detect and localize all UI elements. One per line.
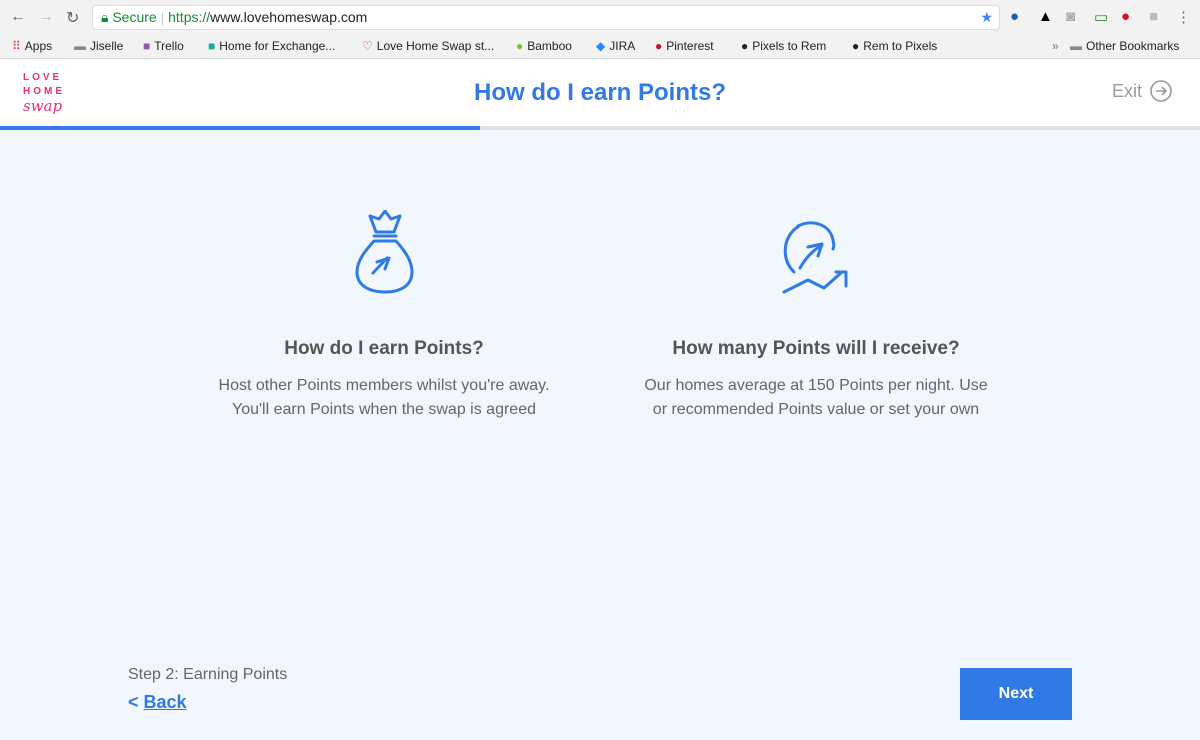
bamboo-icon: ●: [516, 39, 524, 53]
jira-icon: ◆: [596, 39, 606, 53]
menu-icon[interactable]: ⋮: [1176, 8, 1191, 26]
bookmark-pinterest[interactable]: ● Pinterest: [655, 39, 714, 53]
chevron-left-icon: <: [128, 692, 139, 712]
bookmark-label: JIRA: [609, 39, 636, 53]
secure-label: Secure: [112, 9, 157, 25]
points-received-card: How many Points will I receive? Our home…: [636, 200, 996, 422]
ninja-icon: ●: [852, 39, 860, 53]
forward-arrow-icon[interactable]: →: [38, 8, 54, 26]
url-host: www.lovehomeswap.com: [210, 9, 368, 25]
folder-icon: ▬: [74, 39, 86, 53]
pinterest-icon: ●: [655, 39, 663, 53]
card-body: Our homes average at 150 Points per nigh…: [644, 377, 988, 418]
extension-icon[interactable]: ●: [1010, 8, 1019, 25]
bookmark-label: Love Home Swap st...: [376, 39, 495, 53]
bookmark-label: Other Bookmarks: [1086, 39, 1180, 53]
exit-label: Exit: [1111, 80, 1142, 101]
card-heading: How do I earn Points?: [284, 338, 484, 359]
address-bar[interactable]: 🔒︎ Secure | https://www.lovehomeswap.com…: [92, 5, 1000, 30]
h-icon: ■: [208, 39, 216, 53]
screenshot-icon[interactable]: ▭: [1094, 8, 1108, 26]
bookmark-label: Pinterest: [666, 39, 714, 53]
page-title: How do I earn Points?: [473, 79, 726, 106]
bookmarks-bar: ⠿ Apps ▬ Jiselle ■ Trello ■ Home for Exchang…: [0, 34, 1200, 59]
bookmark-home-for-exchange[interactable]: ■ Home for Exchange...: [208, 39, 335, 53]
bookmark-label: Trello: [154, 39, 184, 53]
progress-bar: [0, 126, 1200, 130]
reload-icon[interactable]: ↻: [66, 8, 79, 28]
ninja-icon: ●: [741, 39, 749, 53]
back-label: Back: [143, 692, 187, 712]
card-heading: How many Points will I receive?: [672, 338, 960, 359]
bookmark-label: Bamboo: [527, 39, 572, 53]
bookmark-love-home-swap[interactable]: ♡ Love Home Swap st...: [362, 39, 494, 53]
bookmark-label: Pixels to Rem: [752, 39, 827, 53]
next-button[interactable]: Next: [960, 668, 1072, 720]
apps-grid-icon: ⠿: [12, 39, 21, 53]
card-body: Host other Points members whilst you're …: [218, 377, 550, 418]
folder-icon: ▬: [1070, 39, 1082, 53]
heart-icon: ♡: [362, 39, 373, 53]
arrow-right-circle-icon: [1150, 80, 1172, 102]
browser-toolbar: ← → ↻ 🔒︎ Secure | https://www.lovehomesw…: [0, 0, 1200, 34]
growth-chart-icon: [782, 221, 848, 294]
bookmark-pixels-to-rem[interactable]: ● Pixels to Rem: [741, 39, 826, 53]
bookmark-rem-to-pixels[interactable]: ● Rem to Pixels: [852, 39, 937, 53]
earn-points-card: How do I earn Points? Host other Points …: [204, 200, 564, 422]
page-header: LOVE HOME swap How do I earn Points? Exi…: [0, 59, 1200, 126]
bookmark-label: Jiselle: [90, 39, 124, 53]
bookmark-bamboo[interactable]: ● Bamboo: [516, 39, 572, 53]
bookmark-jira[interactable]: ◆ JIRA: [596, 39, 635, 53]
bookmarks-overflow[interactable]: »: [1052, 39, 1059, 53]
pinterest-ext-icon[interactable]: ●: [1121, 8, 1130, 25]
step-label: Step 2: Earning Points: [128, 666, 288, 683]
extension-ninja-icon[interactable]: ▲: [1038, 8, 1053, 25]
url-scheme: https://: [168, 9, 211, 25]
trello-icon: ■: [143, 39, 151, 53]
money-bag-icon: [355, 210, 414, 294]
bookmark-other[interactable]: ▬ Other Bookmarks: [1070, 39, 1179, 53]
lock-icon: 🔒︎: [101, 9, 109, 25]
exit-button[interactable]: Exit: [1112, 80, 1172, 102]
bookmark-label: Rem to Pixels: [863, 39, 938, 53]
bookmark-apps[interactable]: ⠿ Apps: [12, 39, 52, 53]
bookmark-label: Apps: [24, 39, 53, 53]
back-arrow-icon[interactable]: ←: [10, 8, 26, 26]
camera-icon[interactable]: ◙: [1066, 8, 1075, 25]
bookmark-label: Home for Exchange...: [219, 39, 336, 53]
bookmark-jiselle[interactable]: ▬ Jiselle: [74, 39, 123, 53]
back-link[interactable]: < Back: [128, 692, 187, 713]
google-ext-icon[interactable]: ■: [1149, 8, 1158, 25]
progress-fill: [0, 126, 480, 130]
bookmark-trello[interactable]: ■ Trello: [143, 39, 184, 53]
star-icon[interactable]: ★: [980, 6, 993, 29]
